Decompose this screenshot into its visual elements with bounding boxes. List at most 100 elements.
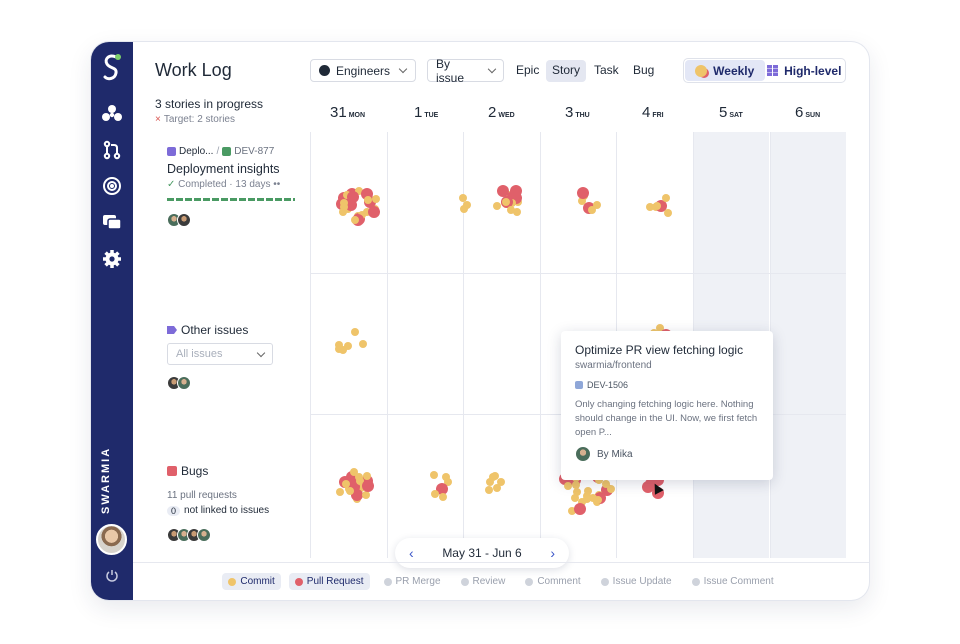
avatar <box>575 446 591 462</box>
legend-review[interactable]: Review <box>455 573 512 590</box>
tag-icon <box>167 326 177 334</box>
legend-comment[interactable]: Comment <box>519 573 586 590</box>
avatar[interactable] <box>197 528 211 542</box>
legend-pr-merge[interactable]: PR Merge <box>378 573 447 590</box>
pr-count: 11 pull requests <box>167 490 237 501</box>
story-title[interactable]: Deployment insights <box>167 162 280 176</box>
epic-breadcrumb: Deplo... / DEV-877 <box>167 146 274 157</box>
commit-dot[interactable] <box>663 209 672 218</box>
avatar[interactable] <box>177 376 191 390</box>
commit-dot[interactable] <box>351 327 360 336</box>
commit-dot[interactable] <box>662 194 671 203</box>
view-highlevel-label: High-level <box>784 63 842 78</box>
view-toggle: Weekly High-level <box>683 58 846 83</box>
tooltip-title[interactable]: Optimize PR view fetching logic <box>575 343 759 357</box>
filter-bug[interactable]: Bug <box>627 60 660 82</box>
assignee-avatars <box>167 376 191 390</box>
next-week-button[interactable]: › <box>550 545 555 561</box>
gear-icon[interactable] <box>100 247 124 271</box>
group-select[interactable]: By issue <box>427 56 504 85</box>
commit-dot[interactable] <box>371 195 380 204</box>
filter-task[interactable]: Task <box>588 60 625 82</box>
legend-pull-request[interactable]: Pull Request <box>288 573 370 590</box>
commit-dot[interactable] <box>493 484 502 493</box>
legend-commit[interactable]: Commit <box>222 573 281 590</box>
commit-dot[interactable] <box>594 495 603 504</box>
commit-dot[interactable] <box>362 472 371 481</box>
view-weekly-label: Weekly <box>713 63 755 78</box>
view-weekly-button[interactable]: Weekly <box>685 60 765 81</box>
commit-dot[interactable] <box>430 490 439 499</box>
commit-dot[interactable] <box>488 472 497 481</box>
tooltip-author: By Mika <box>575 446 759 462</box>
commit-dot[interactable] <box>485 486 494 495</box>
commit-dot[interactable] <box>460 204 469 213</box>
page-title: Work Log <box>155 60 232 80</box>
legend-issue-update[interactable]: Issue Update <box>595 573 678 590</box>
commit-dot[interactable] <box>570 493 579 502</box>
weekend-column <box>770 132 846 558</box>
close-icon: × <box>155 114 161 125</box>
chat-icon[interactable] <box>100 210 124 234</box>
commit-dot[interactable] <box>572 480 581 489</box>
stories-in-progress: 3 stories in progress <box>155 97 264 111</box>
commit-dot[interactable] <box>602 479 611 488</box>
pull-request-dot[interactable] <box>367 206 380 219</box>
pull-request-dot[interactable] <box>361 480 374 493</box>
commit-dot[interactable] <box>506 205 515 214</box>
assignee-avatars <box>167 528 211 542</box>
check-icon: ✓ <box>167 179 176 190</box>
breadcrumb-separator: / <box>216 146 220 157</box>
issue-key[interactable]: DEV-877 <box>234 146 274 157</box>
eyes-icon: •• <box>273 179 281 190</box>
commit-dot[interactable] <box>439 493 448 502</box>
commit-dot[interactable] <box>361 491 370 500</box>
bug-icon <box>167 466 177 476</box>
day-header: 31 MON <box>330 104 366 121</box>
issue-icon <box>575 381 583 389</box>
commit-dot[interactable] <box>359 340 368 349</box>
epic-name[interactable]: Deplo... <box>179 146 213 157</box>
commit-dot[interactable] <box>344 342 353 351</box>
chevron-down-icon <box>398 64 408 74</box>
commit-dot[interactable] <box>336 488 345 497</box>
tooltip-description: Only changing fetching logic here. Nothi… <box>575 399 758 438</box>
app-window: SWARMIA Work Log Engineers By issue Epic… <box>91 42 869 600</box>
pinwheel-icon[interactable] <box>100 102 124 126</box>
target-icon[interactable] <box>100 174 124 198</box>
day-header: 5 SAT <box>719 104 743 121</box>
issues-filter-select[interactable]: All issues <box>167 343 273 365</box>
brand-wordmark: SWARMIA <box>100 446 112 514</box>
pull-request-dot[interactable] <box>576 187 589 200</box>
bugs-label: Bugs <box>167 464 208 478</box>
unlinked-badge: 0 <box>167 505 181 516</box>
group-select-value: By issue <box>436 56 465 85</box>
filter-story[interactable]: Story <box>546 60 587 82</box>
story-status: ✓ Completed · 13 days •• <box>167 179 281 190</box>
commit-dot[interactable] <box>363 195 372 204</box>
pull-request-icon[interactable] <box>100 138 124 162</box>
team-select[interactable]: Engineers <box>310 59 416 82</box>
pull-request-dot[interactable] <box>510 184 523 197</box>
commit-dot[interactable] <box>430 471 439 480</box>
target-text: × Target: 2 stories <box>155 114 235 125</box>
user-avatar[interactable] <box>96 524 127 555</box>
power-icon[interactable] <box>100 564 124 588</box>
view-highlevel-button[interactable]: High-level <box>765 60 845 81</box>
legend-issue-comment[interactable]: Issue Comment <box>686 573 780 590</box>
epic-icon <box>167 147 176 156</box>
story-icon <box>222 147 232 156</box>
pull-request-dot[interactable] <box>573 502 586 515</box>
commit-dot[interactable] <box>564 482 573 491</box>
commit-dot[interactable] <box>593 200 602 209</box>
day-header: 3 THU <box>565 104 590 121</box>
pr-tooltip: Optimize PR view fetching logic swarmia/… <box>561 331 773 480</box>
swarmia-logo-icon[interactable] <box>100 54 124 81</box>
day-header: 1 TUE <box>414 104 439 121</box>
prev-week-button[interactable]: ‹ <box>409 545 414 561</box>
main-area: Work Log Engineers By issue Epic Story T… <box>133 42 869 600</box>
filter-epic[interactable]: Epic <box>510 60 545 82</box>
avatar[interactable] <box>177 213 191 227</box>
tooltip-issue[interactable]: DEV-1506 <box>575 380 759 390</box>
tooltip-repo: swarmia/frontend <box>575 360 652 371</box>
